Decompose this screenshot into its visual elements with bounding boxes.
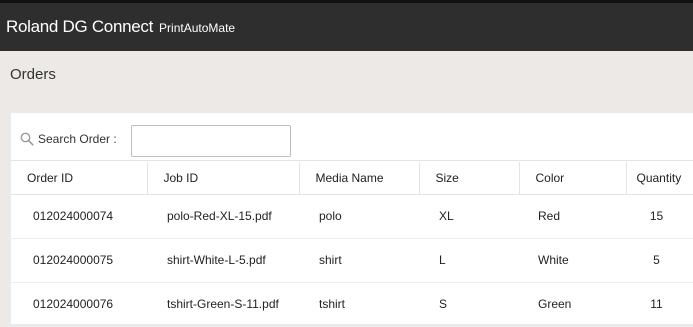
orders-panel: Search Order : Order ID Job ID Media Nam… <box>11 113 693 327</box>
quantity-cell: 15 <box>626 194 693 239</box>
quantity-cell: 11 <box>626 282 693 327</box>
media-name-cell: shirt <box>299 238 419 283</box>
orders-table: Order ID Job ID Media Name Size Color Qu… <box>11 162 693 327</box>
product-name: PrintAutoMate <box>159 21 236 35</box>
search-order-input[interactable] <box>131 125 291 157</box>
table-header-row: Order ID Job ID Media Name Size Color Qu… <box>11 162 693 195</box>
table-row[interactable]: 012024000075 shirt-White-L-5.pdf shirt L… <box>11 238 693 283</box>
size-cell: S <box>419 282 519 327</box>
color-cell: Red <box>519 194 626 239</box>
size-cell: XL <box>419 194 519 239</box>
job-id-cell: polo-Red-XL-15.pdf <box>147 194 299 239</box>
search-icon <box>20 132 34 146</box>
app-header: Roland DG Connect PrintAutoMate <box>0 0 693 51</box>
job-id-cell: shirt-White-L-5.pdf <box>147 238 299 283</box>
column-header-order-id[interactable]: Order ID <box>11 162 148 195</box>
size-cell: L <box>419 238 519 283</box>
media-name-cell: polo <box>299 194 419 239</box>
page-title: Orders <box>10 66 56 83</box>
order-id-cell: 012024000075 <box>11 238 147 283</box>
column-header-media-name[interactable]: Media Name <box>299 162 420 195</box>
column-header-size[interactable]: Size <box>419 162 520 195</box>
column-header-color[interactable]: Color <box>519 162 627 195</box>
order-id-cell: 012024000076 <box>11 282 147 327</box>
quantity-cell: 5 <box>626 238 693 283</box>
media-name-cell: tshirt <box>299 282 419 327</box>
table-row[interactable]: 012024000074 polo-Red-XL-15.pdf polo XL … <box>11 194 693 239</box>
table-row[interactable]: 012024000076 tshirt-Green-S-11.pdf tshir… <box>11 282 693 327</box>
search-bar: Search Order : <box>11 113 693 161</box>
brand-logo[interactable]: Roland DG Connect <box>6 17 153 37</box>
column-header-job-id[interactable]: Job ID <box>147 162 300 195</box>
search-label: Search Order : <box>38 132 117 146</box>
order-id-cell: 012024000074 <box>11 194 147 239</box>
color-cell: Green <box>519 282 626 327</box>
color-cell: White <box>519 238 626 283</box>
job-id-cell: tshirt-Green-S-11.pdf <box>147 282 299 327</box>
column-header-quantity[interactable]: Quantity <box>626 162 693 195</box>
